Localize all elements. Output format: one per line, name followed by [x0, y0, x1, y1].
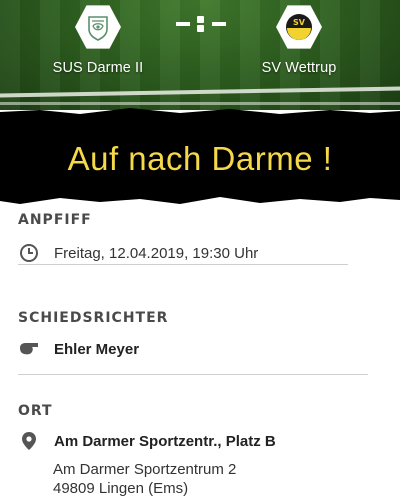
location-heading: ORT: [18, 403, 53, 419]
whistle-icon: [18, 338, 40, 360]
kickoff-row[interactable]: Freitag, 12.04.2019, 19:30 Uhr: [18, 242, 348, 264]
away-team-name: SV Wettrup: [261, 60, 337, 76]
away-team[interactable]: SV SV Wettrup: [219, 4, 379, 76]
kickoff-section: ANPFIFF Freitag, 12.04.2019, 19:30 Uhr: [18, 212, 368, 265]
venue-name: Am Darmer Sportzentr., Platz B: [54, 432, 276, 450]
clock-icon: [18, 242, 40, 264]
match-detail-screen: SUS Darme II SV SV Wettrup Auf nach Darm…: [0, 0, 400, 500]
away-team-logo-icon: SV: [276, 5, 322, 49]
kickoff-heading: ANPFIFF: [18, 212, 92, 228]
kickoff-datetime: Freitag, 12.04.2019, 19:30 Uhr: [54, 244, 259, 262]
field-line: [0, 86, 400, 98]
divider: [18, 374, 368, 375]
referee-name: Ehler Meyer: [54, 340, 140, 358]
home-team-name: SUS Darme II: [52, 60, 144, 76]
referee-section: SCHIEDSRICHTER Ehler Meyer: [18, 310, 368, 375]
referee-heading: SCHIEDSRICHTER: [18, 310, 169, 326]
venue-street: Am Darmer Sportzentrum 2: [53, 461, 237, 478]
home-team[interactable]: SUS Darme II: [18, 4, 178, 76]
match-header: SUS Darme II SV SV Wettrup: [0, 0, 400, 110]
location-pin-icon: [18, 430, 40, 452]
home-team-logo-icon: [75, 5, 121, 49]
away-badge-text: SV: [293, 18, 306, 27]
referee-row[interactable]: Ehler Meyer: [18, 338, 348, 360]
banner-title: Auf nach Darme !: [67, 140, 333, 177]
location-row[interactable]: Am Darmer Sportzentr., Platz B: [18, 430, 348, 452]
venue-city: 49809 Lingen (Ems): [53, 480, 189, 497]
location-section: ORT Am Darmer Sportzentr., Platz B Am Da…: [18, 403, 368, 497]
divider: [18, 264, 348, 265]
